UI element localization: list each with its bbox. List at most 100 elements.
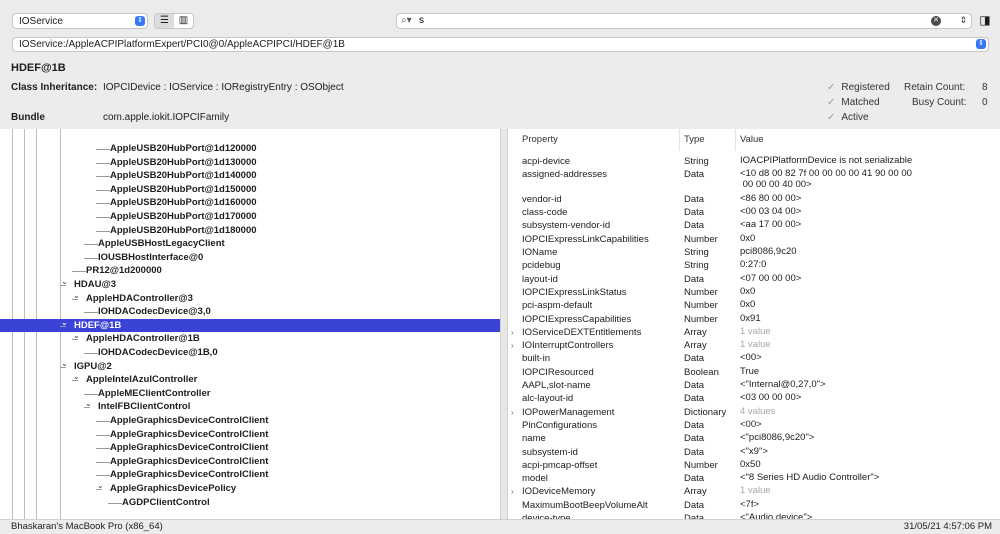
checkmark-icon: ✓ (827, 97, 836, 108)
disclosure-chevron-icon[interactable]: › (511, 339, 514, 353)
disclosure-chevron-icon[interactable]: › (511, 485, 514, 499)
tree-connector (96, 189, 110, 191)
property-row[interactable]: AAPL,slot-name Data <"Internal@0,27,0"> (508, 379, 1000, 393)
property-value: <03 00 00 00> (740, 392, 802, 404)
search-input[interactable] (419, 15, 919, 26)
clear-search-icon[interactable]: ✕ (931, 16, 941, 26)
tree-connector (96, 461, 110, 463)
disclosure-chevron-icon[interactable]: ⌄ (73, 329, 80, 343)
property-row[interactable]: › IODeviceMemory Array 1 value (508, 485, 1000, 499)
disclosure-chevron-icon[interactable]: ⌄ (73, 370, 80, 384)
tree-row[interactable]: AppleUSB20HubPort@1d140000 (0, 169, 500, 183)
tree-row[interactable]: AppleUSBHostLegacyClient (0, 237, 500, 251)
disclosure-chevron-icon[interactable]: ⌄ (61, 275, 68, 289)
property-value: 1 value (740, 339, 771, 351)
property-row[interactable]: model Data <"8 Series HD Audio Controller"… (508, 472, 1000, 486)
plane-select-value: IOService (19, 16, 63, 27)
property-row[interactable]: › IOPowerManagement Dictionary 4 values (508, 406, 1000, 420)
property-type: Data (684, 169, 705, 181)
property-row[interactable]: acpi-device String IOACPIPlatformDevice is… (508, 155, 1000, 169)
tree-connector (96, 230, 110, 232)
tree-row[interactable]: AppleUSB20HubPort@1d180000 (0, 224, 500, 238)
property-row[interactable]: built-in Data <00> (508, 352, 1000, 366)
disclosure-chevron-icon[interactable]: ⌄ (61, 316, 68, 330)
property-row[interactable]: IOPCIExpressLinkCapabilities Number 0x0 (508, 233, 1000, 247)
property-name: PinConfigurations (522, 419, 597, 431)
tree-row[interactable]: AppleGraphicsDeviceControlClient (0, 455, 500, 469)
property-row[interactable]: vendor-id Data <86 80 00 00> (508, 193, 1000, 207)
property-row[interactable]: PinConfigurations Data <00> (508, 419, 1000, 433)
list-icon[interactable]: ☰ (155, 14, 174, 28)
tree-connector (84, 393, 98, 395)
tree-row[interactable]: IOHDACodecDevice@3,0 (0, 305, 500, 319)
property-row[interactable]: layout-id Data <07 00 00 00> (508, 273, 1000, 287)
disclosure-chevron-icon[interactable]: ⌄ (97, 479, 104, 493)
property-row[interactable]: name Data <"pci8086,9c20"> (508, 432, 1000, 446)
column-header-type[interactable]: Type (680, 129, 736, 151)
tree-row[interactable]: AGDPClientControl (0, 496, 500, 510)
property-row[interactable]: › IOInterruptControllers Array 1 value (508, 339, 1000, 353)
property-row[interactable]: class-code Data <00 03 04 00> (508, 206, 1000, 220)
registry-tree[interactable]: AppleUSB20HubPort@1d120000 AppleUSB20HubP… (0, 129, 500, 519)
tree-row[interactable]: PR12@1d200000 (0, 264, 500, 278)
property-name: vendor-id (522, 193, 562, 205)
disclosure-chevron-icon[interactable]: › (511, 326, 514, 340)
tree-row[interactable]: AppleUSB20HubPort@1d150000 (0, 183, 500, 197)
disclosure-chevron-icon[interactable]: ⌄ (73, 289, 80, 303)
property-row[interactable]: IOPCIResourced Boolean True (508, 366, 1000, 380)
search-options-stepper-icon[interactable]: ⇕ (959, 15, 967, 26)
sidebar-icon[interactable]: ◨ (977, 13, 993, 29)
column-header-property[interactable]: Property (508, 129, 680, 151)
property-row[interactable]: assigned-addresses Data <10 d8 00 82 7f 00… (508, 168, 1000, 193)
property-row[interactable]: alc-layout-id Data <03 00 00 00> (508, 392, 1000, 406)
tree-row[interactable]: ⌄ IntelFBClientControl (0, 397, 500, 414)
tree-row[interactable]: AppleUSB20HubPort@1d160000 (0, 196, 500, 210)
tree-row[interactable]: AppleGraphicsDeviceControlClient (0, 428, 500, 442)
tree-connector (84, 353, 98, 354)
tree-row[interactable]: IOUSBHostInterface@0 (0, 251, 500, 265)
disclosure-chevron-icon[interactable]: › (511, 406, 514, 420)
tree-row[interactable]: ⌄ AppleHDAController@3 (0, 289, 500, 306)
property-row[interactable]: IOName String pci8086,9c20 (508, 246, 1000, 260)
property-row[interactable]: › IOServiceDEXTEntitlements Array 1 value (508, 326, 1000, 340)
property-row[interactable]: subsystem-id Data <"x9"> (508, 446, 1000, 460)
disclosure-chevron-icon[interactable]: ⌄ (85, 397, 92, 411)
tree-row[interactable]: AppleGraphicsDeviceControlClient (0, 468, 500, 482)
tree-row-label: AppleGraphicsDeviceControlClient (110, 442, 269, 454)
property-type: String (684, 156, 709, 167)
search-field[interactable]: ⌕▾ ✕ ⇕ (396, 13, 972, 29)
machine-name: Bhaskaran's MacBook Pro (x86_64) (11, 521, 163, 532)
tree-row[interactable]: IOHDACodecDevice@1B,0 (0, 346, 500, 360)
property-name: IOPCIExpressLinkStatus (522, 286, 627, 298)
property-name: acpi-device (522, 156, 571, 167)
property-value: 1 value (740, 485, 771, 497)
property-type: Number (684, 300, 718, 312)
properties-table[interactable]: Property Type Value acpi-device String IOA… (508, 129, 1000, 519)
property-row[interactable]: pci-aspm-default Number 0x0 (508, 299, 1000, 313)
tree-row[interactable]: AppleUSB20HubPort@1d130000 (0, 156, 500, 170)
property-row[interactable]: IOPCIExpressCapabilities Number 0x91 (508, 313, 1000, 327)
split-view-divider[interactable] (500, 129, 508, 519)
plane-select[interactable]: IOService ⇕ (12, 13, 148, 29)
tree-connector (96, 203, 110, 205)
tree-row[interactable]: ⌄ AppleHDAController@1B (0, 329, 500, 346)
tree-row[interactable]: ⌄ AppleGraphicsDevicePolicy (0, 479, 500, 496)
column-header-value[interactable]: Value (736, 129, 1000, 151)
tree-row[interactable]: AppleUSB20HubPort@1d120000 (0, 142, 500, 156)
property-row[interactable]: device-type Data <"Audio device"> (508, 512, 1000, 519)
property-row[interactable]: pcidebug String 0:27:0 (508, 259, 1000, 273)
tree-row[interactable]: ⌄ AppleIntelAzulController (0, 370, 500, 387)
tree-row[interactable]: AppleMEClientController (0, 387, 500, 401)
tree-row[interactable]: AppleGraphicsDeviceControlClient (0, 414, 500, 428)
tree-row[interactable]: AppleGraphicsDeviceControlClient (0, 441, 500, 455)
property-row[interactable]: acpi-pmcap-offset Number 0x50 (508, 459, 1000, 473)
tree-row[interactable]: AppleUSB20HubPort@1d170000 (0, 210, 500, 224)
path-bar[interactable]: IOService:/AppleACPIPlatformExpert/PCI0@… (12, 37, 989, 52)
chevron-updown-icon: ⇕ (976, 39, 986, 49)
disclosure-chevron-icon[interactable]: ⌄ (61, 357, 68, 371)
property-row[interactable]: IOPCIExpressLinkStatus Number 0x0 (508, 286, 1000, 300)
property-row[interactable]: MaximumBootBeepVolumeAlt Data <7f> (508, 499, 1000, 513)
tree-row-label: AppleUSB20HubPort@1d120000 (110, 143, 257, 154)
property-row[interactable]: subsystem-vendor-id Data <aa 17 00 00> (508, 219, 1000, 233)
columns-icon[interactable]: ▥ (174, 14, 193, 28)
